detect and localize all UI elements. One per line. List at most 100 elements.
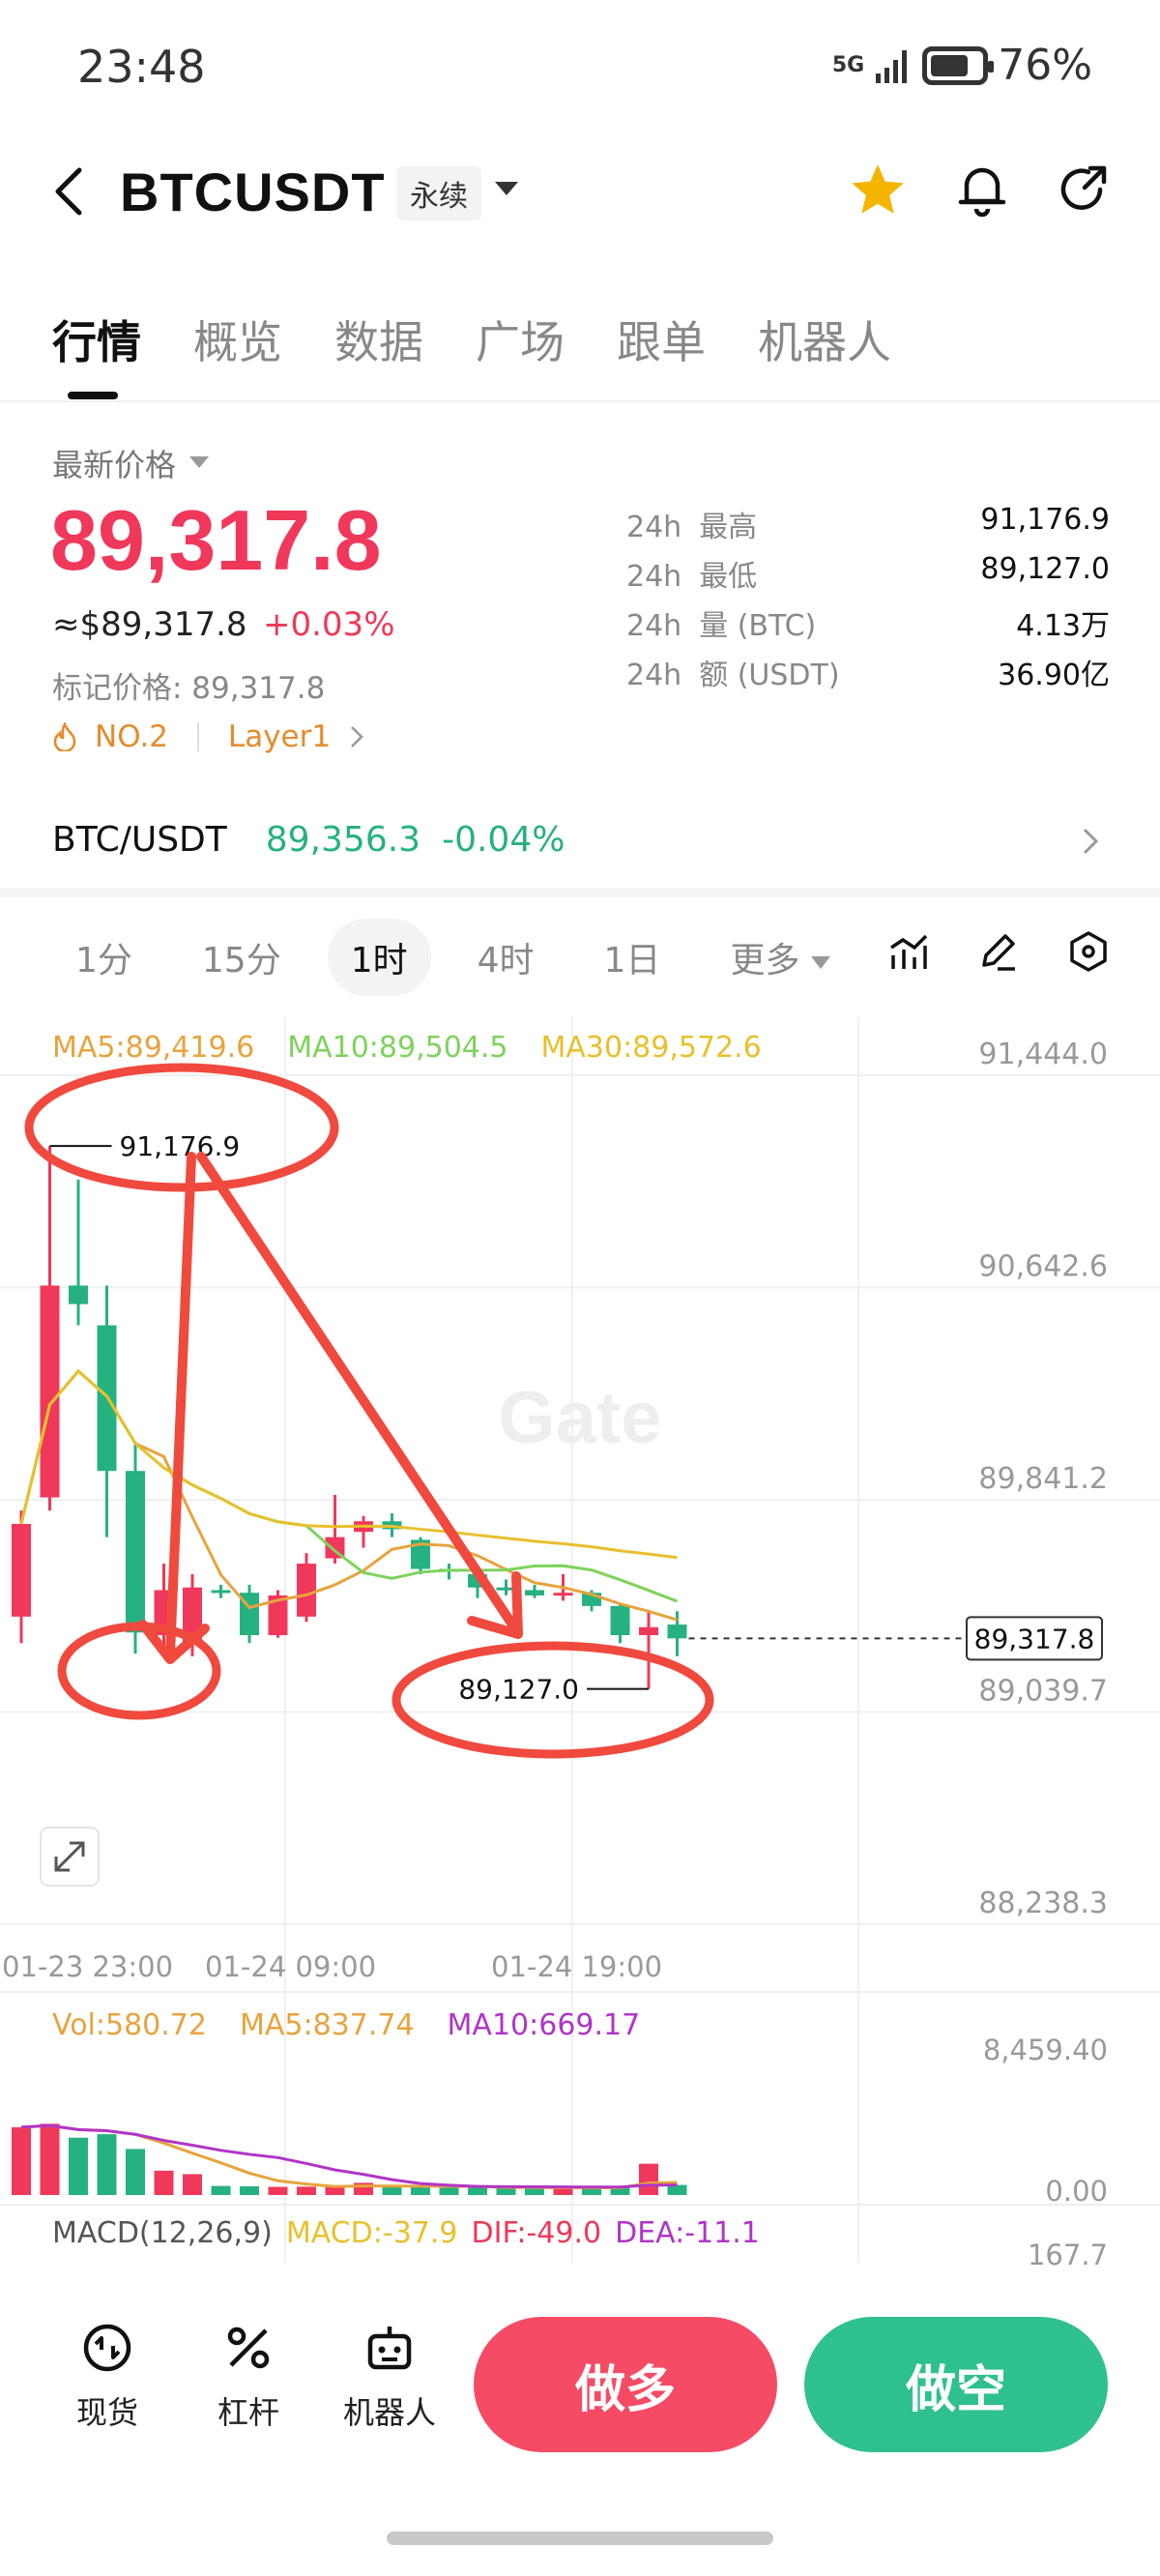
- annotation-arrow-down: [138, 1152, 210, 1664]
- stat-period: 24h: [626, 560, 682, 594]
- price-tick-label: 88,238.3: [978, 1887, 1108, 1920]
- dif-value: DIF:-49.0: [471, 2216, 602, 2250]
- pair-title: BTCUSDT: [120, 161, 386, 222]
- volume-bar: [639, 2163, 658, 2195]
- stat-high: 91,176.9: [980, 503, 1110, 537]
- time-tick-label: 01-24 19:00: [491, 1950, 662, 1983]
- price-type-selector[interactable]: 最新价格: [52, 441, 176, 485]
- volume-bar: [211, 2185, 231, 2195]
- chevron-down-icon[interactable]: [495, 182, 518, 195]
- interval-4h[interactable]: 4时: [454, 919, 558, 996]
- high-marker-label: 91,176.9: [120, 1130, 241, 1162]
- volume-bar: [411, 2186, 430, 2195]
- last-price: 89,317.8: [50, 492, 382, 588]
- ma-legend: MA5:89,419.6 MA10:89,504.5 MA30:89,572.6: [52, 1031, 762, 1065]
- candle-body: [40, 1285, 60, 1498]
- macd-value: MACD:-37.9: [285, 2216, 458, 2250]
- open-long-button[interactable]: 做多: [474, 2317, 777, 2452]
- tab-data[interactable]: 数据: [334, 307, 423, 371]
- gate-watermark: Gate: [499, 1377, 662, 1459]
- time-tick-label: 01-24 09:00: [205, 1950, 376, 1983]
- rank-label: NO.2: [95, 719, 168, 754]
- interval-1d[interactable]: 1日: [581, 919, 684, 996]
- signal-icon: [876, 49, 908, 83]
- category-label: Layer1: [227, 719, 332, 754]
- candle-body: [610, 1605, 630, 1635]
- volume-bar: [154, 2170, 174, 2195]
- chevron-down-icon: [811, 955, 831, 969]
- mark-price: 标记价格: 89,317.8: [52, 671, 326, 706]
- time-tick-label: 01-23 23:00: [2, 1950, 173, 1983]
- back-icon[interactable]: [50, 162, 89, 220]
- stat-row: 24h 最高 91,176.9: [626, 503, 1110, 552]
- tab-bots[interactable]: 机器人: [758, 307, 891, 371]
- chevron-right-icon[interactable]: [1079, 824, 1102, 859]
- volume-bar: [325, 2186, 345, 2195]
- interval-more[interactable]: 更多: [707, 919, 854, 996]
- volume-value: Vol:580.72: [52, 2008, 207, 2042]
- price-tick-label: 89,841.2: [978, 1462, 1108, 1496]
- chevron-right-icon: [351, 726, 363, 747]
- settings-hexagon-icon[interactable]: [1067, 930, 1110, 973]
- tabs-divider: [0, 400, 1160, 402]
- nav-leverage[interactable]: 杠杆: [195, 2321, 302, 2433]
- star-icon[interactable]: [849, 161, 907, 219]
- tab-market[interactable]: 行情: [52, 307, 141, 371]
- contract-type-selector[interactable]: 永续: [396, 166, 481, 220]
- stat-label: 量 (BTC): [699, 609, 817, 643]
- bell-icon[interactable]: [953, 161, 1011, 219]
- interval-selector: 1分 15分 1时 4时 1日 更多: [52, 919, 854, 996]
- chevron-down-icon[interactable]: [189, 456, 209, 468]
- stat-row: 24h 额 (USDT) 36.90亿: [626, 651, 1110, 700]
- battery-icon: [922, 45, 995, 85]
- network-label: 5G: [831, 52, 865, 77]
- volume-bar: [297, 2186, 316, 2195]
- home-indicator[interactable]: [387, 2532, 773, 2545]
- open-short-button[interactable]: 做空: [804, 2317, 1108, 2452]
- volume-bar: [268, 2186, 288, 2195]
- stat-row: 24h 量 (BTC) 4.13万: [626, 601, 1110, 651]
- volume-bar: [382, 2186, 402, 2195]
- nav-spot-label: 现货: [75, 2394, 138, 2431]
- volume-bar: [439, 2187, 459, 2195]
- candle-body: [12, 1523, 31, 1617]
- volume-tick-label: 8,459.40: [983, 2034, 1108, 2066]
- leverage-icon: [227, 2327, 270, 2369]
- current-price-label: 89,317.8: [974, 1623, 1095, 1654]
- macd-legend: MACD(12,26,9) MACD:-37.9 DIF:-49.0 DEA:-…: [52, 2216, 760, 2250]
- price-chart[interactable]: Gate 91,444.0 90,642.6 89,841.2 89,039.7 88,2…: [0, 1015, 1160, 2272]
- dea-value: DEA:-11.1: [615, 2216, 760, 2250]
- indicator-icon[interactable]: [887, 930, 930, 973]
- candle-body: [297, 1564, 316, 1617]
- robot-icon: [367, 2327, 412, 2370]
- volume-tick-label: 0.00: [1045, 2175, 1108, 2208]
- draw-pen-icon[interactable]: [976, 930, 1019, 973]
- ma30-value: MA30:89,572.6: [540, 1031, 762, 1065]
- tab-copy-trading[interactable]: 跟单: [617, 307, 706, 371]
- volume-bar: [126, 2149, 145, 2195]
- candle-body: [126, 1471, 145, 1633]
- volume-bar: [240, 2186, 259, 2195]
- rank-row[interactable]: NO.2 Layer1: [52, 719, 365, 754]
- stat-volume: 4.13万: [1016, 609, 1110, 643]
- spot-pair-row[interactable]: BTC/USDT 89,356.3 -0.04%: [52, 820, 565, 860]
- price-tick-label: 90,642.6: [978, 1249, 1108, 1283]
- volume-bar: [40, 2123, 60, 2195]
- nav-spot[interactable]: 现货: [54, 2321, 160, 2433]
- candle-body: [69, 1285, 88, 1304]
- battery-percent: 76%: [998, 41, 1092, 90]
- volume-ma5-value: MA5:837.74: [239, 2008, 415, 2042]
- share-icon[interactable]: [1054, 161, 1112, 219]
- nav-bot[interactable]: 机器人: [336, 2321, 443, 2433]
- interval-1m[interactable]: 1分: [52, 919, 156, 996]
- ma5-value: MA5:89,419.6: [52, 1031, 255, 1065]
- interval-15m[interactable]: 15分: [179, 919, 304, 996]
- candle-body: [525, 1590, 544, 1595]
- nav-leverage-label: 杠杆: [217, 2394, 279, 2431]
- tab-square[interactable]: 广场: [476, 307, 565, 371]
- macd-params: MACD(12,26,9): [52, 2216, 273, 2250]
- status-indicators: 5G 76%: [832, 41, 1092, 90]
- tab-overview[interactable]: 概览: [193, 307, 282, 371]
- candle-body: [211, 1590, 231, 1594]
- interval-1h[interactable]: 1时: [327, 919, 431, 996]
